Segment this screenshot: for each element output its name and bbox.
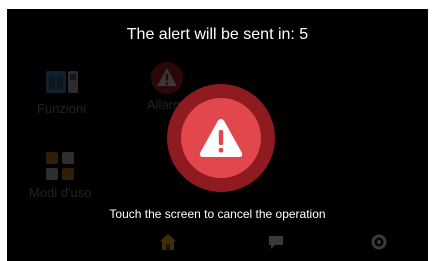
alert-countdown-screen[interactable]: Funzioni Allarmi Modi d'uso The alert wi… (7, 9, 428, 261)
home-icon (160, 234, 176, 250)
cancel-hint: Touch the screen to cancel the operation (109, 207, 326, 221)
bg-app-funzioni: Funzioni (37, 67, 86, 116)
settings-icon (371, 234, 387, 250)
bg-app-funzioni-label: Funzioni (37, 101, 87, 116)
functions-icon (45, 67, 79, 97)
bg-app-modi-label: Modi d'uso (29, 185, 92, 200)
alarm-icon (150, 61, 184, 95)
bg-app-modi: Modi d'uso (29, 151, 91, 200)
alert-button[interactable] (167, 84, 275, 192)
alert-inner-circle (181, 98, 261, 178)
modes-icon (43, 151, 77, 181)
warning-triangle-icon (199, 119, 243, 157)
chat-icon (269, 236, 283, 249)
countdown-title: The alert will be sent in: 5 (126, 26, 309, 43)
